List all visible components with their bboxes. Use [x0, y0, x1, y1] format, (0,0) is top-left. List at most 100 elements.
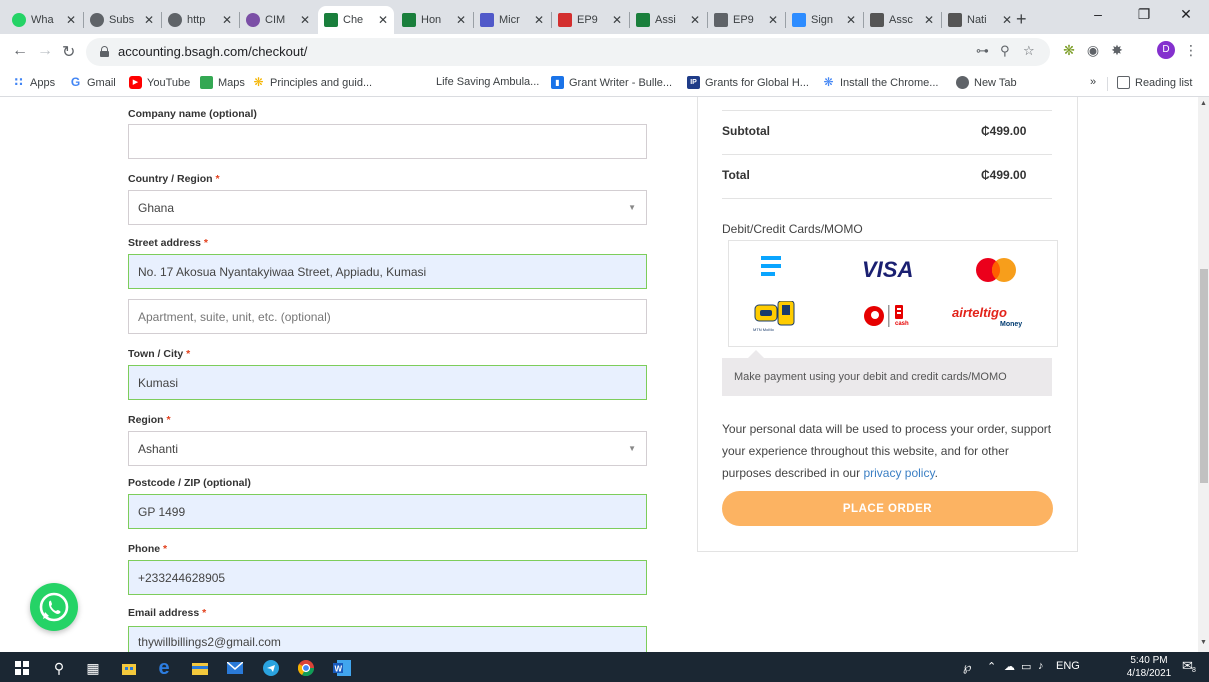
mail-icon[interactable]	[226, 659, 244, 677]
tab-close-icon[interactable]: ✕	[1002, 13, 1012, 27]
privacy-policy-link[interactable]: privacy policy	[863, 466, 934, 480]
browser-tab[interactable]: EP9 ✕	[552, 6, 628, 34]
forward-button[interactable]: →	[37, 42, 53, 60]
tab-close-icon[interactable]: ✕	[222, 13, 232, 27]
tab-close-icon[interactable]: ✕	[846, 13, 856, 27]
street-input[interactable]: No. 17 Akosua Nyantakyiwaa Street, Appia…	[128, 254, 647, 289]
task-view-icon[interactable]: ▦	[84, 659, 102, 677]
phone-input[interactable]: +233244628905	[128, 560, 647, 595]
tab-label: Hon	[421, 14, 442, 26]
browser-tab[interactable]: http ✕	[162, 6, 238, 34]
close-window-button[interactable]: ✕	[1163, 6, 1209, 23]
subtotal-row: Subtotal ₵499.00	[722, 124, 1027, 138]
city-input[interactable]: Kumasi	[128, 365, 647, 400]
browser-tab[interactable]: Che ✕	[318, 6, 394, 34]
payment-method-label[interactable]: Debit/Credit Cards/MOMO	[722, 222, 863, 236]
tab-close-icon[interactable]: ✕	[534, 13, 544, 27]
telegram-icon[interactable]	[262, 659, 280, 677]
tab-close-icon[interactable]: ✕	[924, 13, 934, 27]
bookmark-youtube[interactable]: ▶ YouTube	[129, 76, 190, 89]
bookmark-apps[interactable]: ∷ Apps	[12, 76, 55, 89]
tab-close-icon[interactable]: ✕	[144, 13, 154, 27]
browser-tab[interactable]: CIM ✕	[240, 6, 316, 34]
profile-avatar[interactable]: D	[1157, 41, 1175, 59]
browser-tab[interactable]: Subs ✕	[84, 6, 160, 34]
whatsapp-chat-button[interactable]	[30, 583, 78, 631]
country-select[interactable]: Ghana ▼	[128, 190, 647, 225]
reload-button[interactable]: ↻	[62, 42, 75, 62]
bookmark-new-tab[interactable]: New Tab	[956, 76, 1017, 89]
tab-close-icon[interactable]: ✕	[690, 13, 700, 27]
chrome-icon[interactable]	[297, 659, 315, 677]
bookmark-principles[interactable]: ❋ Principles and guid...	[252, 76, 372, 89]
browser-tab[interactable]: Hon ✕	[396, 6, 472, 34]
back-button[interactable]: ←	[12, 42, 28, 60]
region-select[interactable]: Ashanti ▼	[128, 431, 647, 466]
apps-grid-icon: ∷	[12, 76, 25, 89]
new-tab-button[interactable]: +	[1016, 9, 1027, 30]
reading-list-button[interactable]: Reading list	[1117, 76, 1192, 89]
tab-close-icon[interactable]: ✕	[378, 13, 388, 27]
notification-count-badge: 8	[1192, 667, 1196, 674]
tab-favicon-icon	[246, 13, 260, 27]
browser-tab[interactable]: EP9 ✕	[708, 6, 784, 34]
key-icon[interactable]: ⊶	[976, 43, 989, 59]
bookmark-install-chrome[interactable]: ❋ Install the Chrome...	[822, 76, 938, 89]
street2-input[interactable]: Apartment, suite, unit, etc. (optional)	[128, 299, 647, 334]
windows-start-icon[interactable]	[13, 659, 31, 677]
bookmark-life-saving[interactable]: Life Saving Ambula...	[436, 76, 539, 88]
bookmark-grant-writer[interactable]: ▮ Grant Writer - Bulle...	[551, 76, 672, 89]
payment-logos: VISA MTN MoMo cash airteltigo Money	[728, 240, 1058, 347]
tab-close-icon[interactable]: ✕	[300, 13, 310, 27]
tab-close-icon[interactable]: ✕	[768, 13, 778, 27]
people-icon[interactable]: ℘	[963, 660, 971, 674]
page-scrollbar[interactable]: ▲ ▼	[1198, 97, 1209, 652]
extension-icon[interactable]: ◉	[1084, 41, 1102, 59]
scroll-up-arrow-icon[interactable]: ▲	[1200, 100, 1207, 107]
minimize-button[interactable]: –	[1075, 6, 1121, 22]
bookmark-maps[interactable]: Maps	[200, 76, 245, 89]
word-icon[interactable]: W	[333, 659, 351, 677]
scroll-down-arrow-icon[interactable]: ▼	[1200, 639, 1207, 646]
browser-tab[interactable]: Nati ✕	[942, 6, 1018, 34]
language-indicator[interactable]: ENG	[1056, 660, 1080, 672]
email-input[interactable]: thywillbillings2@gmail.com	[128, 626, 647, 652]
svg-text:W: W	[335, 665, 343, 674]
browser-tab[interactable]: Assc ✕	[864, 6, 940, 34]
browser-tab[interactable]: Wha ✕	[6, 6, 82, 34]
star-icon[interactable]: ☆	[1023, 43, 1035, 59]
extension-sun-icon[interactable]: ❋	[1060, 41, 1078, 59]
tab-close-icon[interactable]: ✕	[66, 13, 76, 27]
menu-kebab-icon[interactable]: ⋮	[1182, 41, 1200, 59]
restore-button[interactable]: ❐	[1121, 6, 1167, 23]
search-icon[interactable]: ⚲	[50, 659, 68, 677]
browser-tab[interactable]: Micr ✕	[474, 6, 550, 34]
city-label: Town / City *	[128, 348, 191, 360]
scrollbar-thumb[interactable]	[1200, 269, 1208, 483]
edge-icon[interactable]: e	[155, 657, 173, 679]
file-explorer-icon[interactable]	[191, 659, 209, 677]
country-label: Country / Region *	[128, 173, 220, 185]
vodafone-cash-caption: cash	[895, 321, 909, 327]
address-bar[interactable]: accounting.bsagh.com/checkout/ ⊶ ⚲ ☆	[86, 38, 1050, 66]
system-clock[interactable]: 5:40 PM 4/18/2021	[1123, 654, 1175, 680]
postcode-input[interactable]: GP 1499	[128, 494, 647, 529]
volume-icon[interactable]: ♪	[1038, 660, 1044, 672]
place-order-button[interactable]: PLACE ORDER	[722, 491, 1053, 526]
tab-close-icon[interactable]: ✕	[612, 13, 622, 27]
browser-tab[interactable]: Sign ✕	[786, 6, 862, 34]
zoom-icon[interactable]: ⚲	[1000, 43, 1010, 59]
tab-favicon-icon	[714, 13, 728, 27]
tray-chevron-icon[interactable]: ⌃	[987, 660, 996, 673]
extensions-puzzle-icon[interactable]: ✸	[1108, 41, 1126, 59]
bookmark-grants-global[interactable]: IP Grants for Global H...	[687, 76, 809, 89]
whatsapp-icon	[39, 592, 69, 622]
battery-icon[interactable]: ▭	[1021, 660, 1031, 673]
store-icon[interactable]	[120, 659, 138, 677]
bookmark-gmail[interactable]: G Gmail	[69, 76, 116, 89]
company-input[interactable]	[128, 124, 647, 159]
browser-tab[interactable]: Assi ✕	[630, 6, 706, 34]
tab-close-icon[interactable]: ✕	[456, 13, 466, 27]
network-icon[interactable]: ☁	[1004, 660, 1015, 673]
bookmarks-overflow-button[interactable]: »	[1090, 76, 1096, 88]
